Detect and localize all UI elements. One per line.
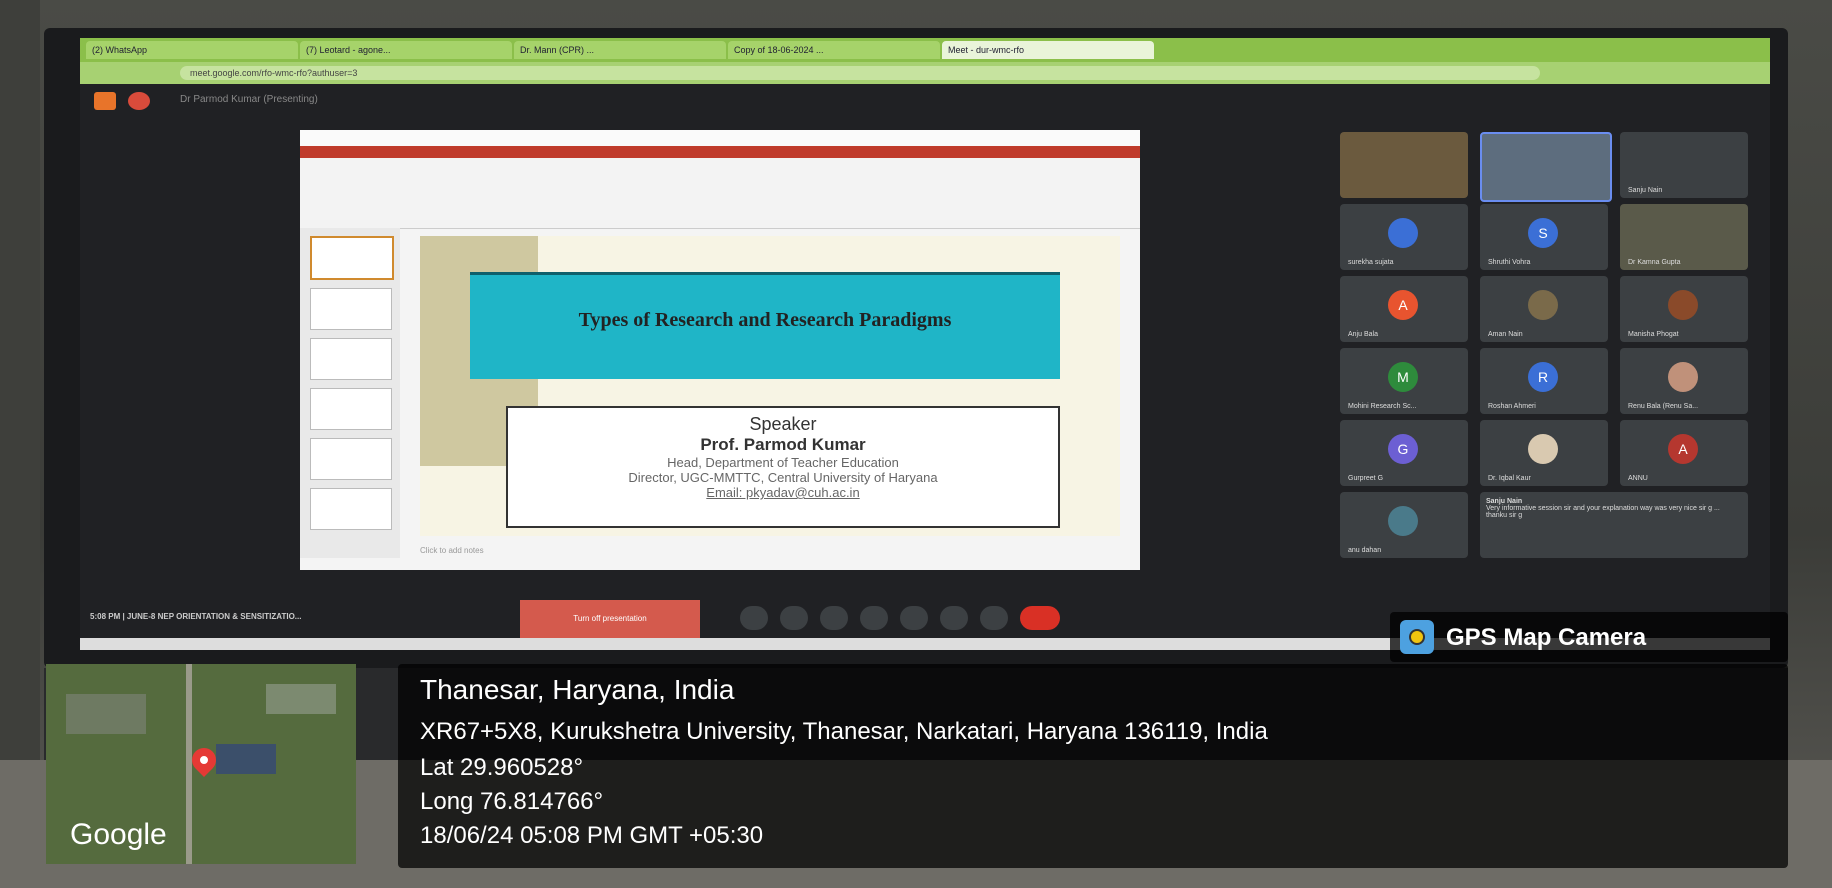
chat-popup[interactable]: Sanju Nain Very informative session sir … — [1480, 492, 1748, 558]
emoji-button[interactable] — [860, 606, 888, 630]
map-building — [66, 694, 146, 734]
address-bar: meet.google.com/rfo-wmc-rfo?authuser=3 — [80, 62, 1770, 84]
ppt-titlebar — [300, 130, 1140, 146]
speaker-role: Head, Department of Teacher Education — [667, 455, 899, 470]
camera-button[interactable] — [780, 606, 808, 630]
participant-tile[interactable]: A Anju Bala — [1340, 276, 1468, 342]
slide-thumbnails — [300, 228, 400, 558]
captions-button[interactable] — [820, 606, 848, 630]
avatar: A — [1388, 290, 1418, 320]
browser-tab[interactable]: Dr. Mann (CPR) ... — [514, 41, 726, 59]
url-field[interactable]: meet.google.com/rfo-wmc-rfo?authuser=3 — [180, 66, 1540, 80]
timestamp: 18/06/24 05:08 PM GMT +05:30 — [420, 822, 764, 849]
slide-thumbnail[interactable] — [310, 388, 392, 430]
browser-tab[interactable]: (2) WhatsApp — [86, 41, 298, 59]
gps-camera-icon — [1400, 620, 1434, 654]
speaker-email: Email: pkyadav@cuh.ac.in — [706, 485, 860, 500]
more-options-button[interactable] — [980, 606, 1008, 630]
ppt-ribbon-tabs — [300, 146, 1140, 158]
participant-tile[interactable] — [1340, 132, 1468, 198]
participant-tile[interactable]: Aman Nain — [1480, 276, 1608, 342]
avatar — [1528, 434, 1558, 464]
speaker-box: Speaker Prof. Parmod Kumar Head, Departm… — [506, 406, 1060, 528]
gps-text-box: Thanesar, Haryana, India XR67+5X8, Kuruk… — [398, 664, 1788, 868]
gps-badge: GPS Map Camera — [1390, 612, 1788, 662]
avatar: R — [1528, 362, 1558, 392]
avatar — [1668, 290, 1698, 320]
record-dot-icon — [128, 92, 150, 110]
map-road — [186, 664, 192, 864]
place-name: Thanesar, Haryana, India — [420, 674, 735, 705]
longitude: Long 76.814766° — [420, 788, 604, 815]
map-provider-label: Google — [70, 818, 167, 851]
participant-tile[interactable]: Sanju Nain — [1620, 132, 1748, 198]
slide-canvas: Types of Research and Research Paradigms… — [420, 236, 1120, 536]
avatar — [1668, 362, 1698, 392]
slide-thumbnail[interactable] — [310, 288, 392, 330]
participant-tile[interactable]: Dr Kamna Gupta — [1620, 204, 1748, 270]
slide-thumbnail[interactable] — [310, 236, 394, 280]
participant-tile[interactable]: G Gurpreet G — [1340, 420, 1468, 486]
latitude: Lat 29.960528° — [420, 754, 584, 781]
participant-tile[interactable]: M Mohini Research Sc... — [1340, 348, 1468, 414]
slide-thumbnail[interactable] — [310, 488, 392, 530]
slide-thumbnail[interactable] — [310, 438, 392, 480]
wall — [0, 0, 40, 888]
recording-icon — [94, 92, 116, 110]
slide-title-box: Types of Research and Research Paradigms — [470, 272, 1060, 379]
avatar — [1388, 506, 1418, 536]
participant-tile[interactable]: R Roshan Ahmeri — [1480, 348, 1608, 414]
browser-tab[interactable]: Copy of 18-06-2024 ... — [728, 41, 940, 59]
stop-presenting-button[interactable]: Turn off presentation — [520, 600, 700, 638]
participant-tile[interactable]: Renu Bala (Renu Sa... — [1620, 348, 1748, 414]
avatar — [1528, 290, 1558, 320]
screen: (2) WhatsApp (7) Leotard - agone... Dr. … — [80, 38, 1770, 650]
full-address: XR67+5X8, Kurukshetra University, Thanes… — [420, 718, 1268, 745]
raise-hand-button[interactable] — [940, 606, 968, 630]
present-button[interactable] — [900, 606, 928, 630]
participant-tile[interactable]: Manisha Phogat — [1620, 276, 1748, 342]
avatar: S — [1528, 218, 1558, 248]
participant-tile[interactable]: A ANNU — [1620, 420, 1748, 486]
participant-tile[interactable]: surekha sujata — [1340, 204, 1468, 270]
participant-tile[interactable]: Dr. Iqbal Kaur — [1480, 420, 1608, 486]
leave-call-button[interactable] — [1020, 606, 1060, 630]
shared-powerpoint-window: Types of Research and Research Paradigms… — [300, 130, 1140, 570]
speaker-name: Prof. Parmod Kumar — [700, 435, 866, 454]
speaker-heading: Speaker — [749, 414, 817, 434]
avatar: A — [1668, 434, 1698, 464]
slide-thumbnail[interactable] — [310, 338, 392, 380]
avatar: M — [1388, 362, 1418, 392]
notes-hint[interactable]: Click to add notes — [420, 546, 484, 555]
mic-button[interactable] — [740, 606, 768, 630]
participant-tile[interactable]: S Shruthi Vohra — [1480, 204, 1608, 270]
participant-tile[interactable]: anu dahan — [1340, 492, 1468, 558]
satellite-map: Google — [46, 664, 356, 864]
map-building — [216, 744, 276, 774]
meeting-info: 5:08 PM | JUNE-8 NEP ORIENTATION & SENSI… — [90, 612, 302, 621]
gps-info-panel: Google Thanesar, Haryana, India XR67+5X8… — [40, 664, 1788, 868]
speaker-director: Director, UGC-MMTTC, Central University … — [628, 470, 938, 485]
browser-tab[interactable]: (7) Leotard - agone... — [300, 41, 512, 59]
chat-author: Sanju Nain — [1486, 498, 1523, 505]
browser-tabbar: (2) WhatsApp (7) Leotard - agone... Dr. … — [80, 38, 1770, 62]
chat-message: Very informative session sir and your ex… — [1486, 505, 1720, 519]
map-building — [266, 684, 336, 714]
photo: (2) WhatsApp (7) Leotard - agone... Dr. … — [0, 0, 1832, 888]
presenting-label: Dr Parmod Kumar (Presenting) — [180, 94, 318, 105]
monitor: (2) WhatsApp (7) Leotard - agone... Dr. … — [44, 28, 1788, 668]
participant-tile[interactable] — [1480, 132, 1612, 202]
ppt-ribbon — [300, 158, 1140, 229]
avatar: G — [1388, 434, 1418, 464]
slide-title: Types of Research and Research Paradigms — [578, 309, 952, 331]
avatar — [1388, 218, 1418, 248]
gps-badge-label: GPS Map Camera — [1446, 624, 1647, 651]
browser-tab-active[interactable]: Meet - dur-wmc-rfo — [942, 41, 1154, 59]
